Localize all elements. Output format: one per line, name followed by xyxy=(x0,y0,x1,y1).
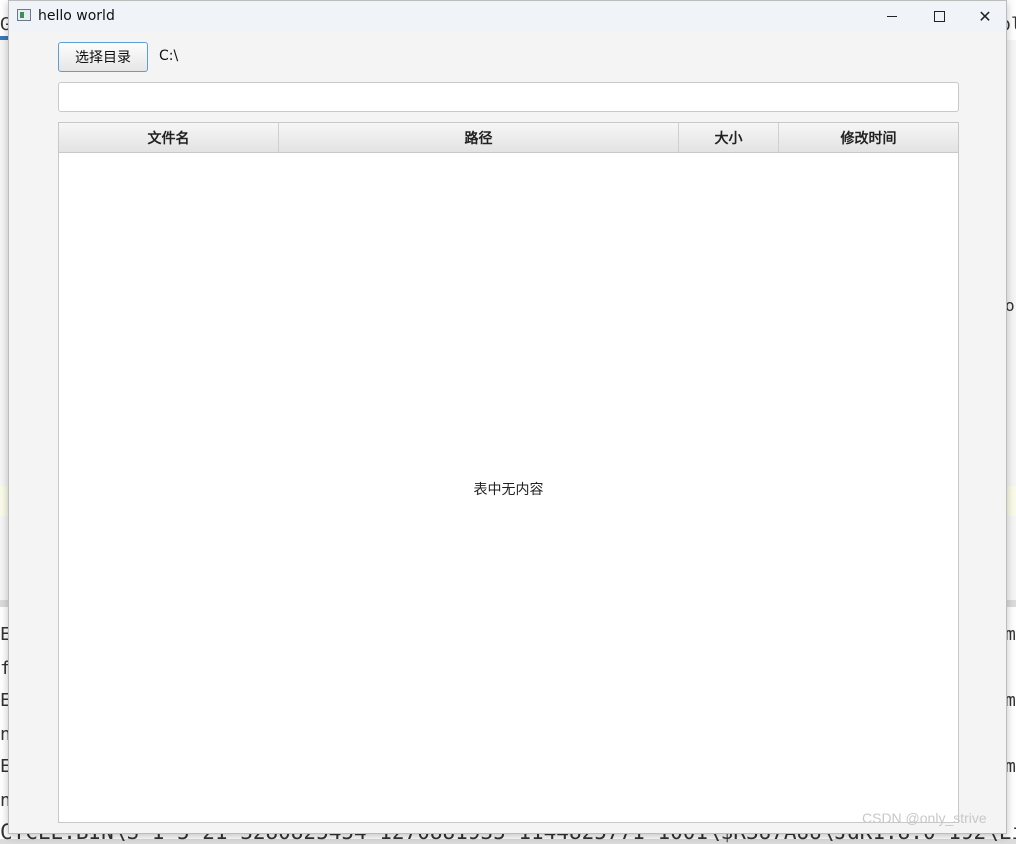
minimize-button[interactable] xyxy=(869,1,915,32)
column-header-filename[interactable]: 文件名 xyxy=(59,123,279,152)
maximize-button[interactable] xyxy=(916,1,962,32)
app-icon xyxy=(17,9,31,21)
close-icon: ✕ xyxy=(978,6,992,26)
column-header-size[interactable]: 大小 xyxy=(679,123,779,152)
table-header: 文件名 路径 大小 修改时间 xyxy=(59,123,958,153)
close-button[interactable]: ✕ xyxy=(962,1,1008,32)
column-header-path[interactable]: 路径 xyxy=(279,123,679,152)
window-title: hello world xyxy=(38,8,115,24)
watermark: CSDN @only_strive xyxy=(862,810,987,826)
title-bar[interactable]: hello world ✕ xyxy=(9,1,1006,32)
filter-input[interactable] xyxy=(58,82,959,112)
file-table[interactable]: 文件名 路径 大小 修改时间 表中无内容 xyxy=(58,122,959,823)
choose-directory-button[interactable]: 选择目录 xyxy=(58,42,148,72)
app-window: hello world ✕ 选择目录 C:\ 文件名 路径 大小 修改时间 表中… xyxy=(8,0,1007,834)
table-empty-placeholder: 表中无内容 xyxy=(473,482,544,498)
minimize-icon xyxy=(887,16,897,17)
maximize-icon xyxy=(933,11,945,22)
column-header-modified-time[interactable]: 修改时间 xyxy=(779,123,958,152)
current-path-label: C:\ xyxy=(159,48,179,64)
